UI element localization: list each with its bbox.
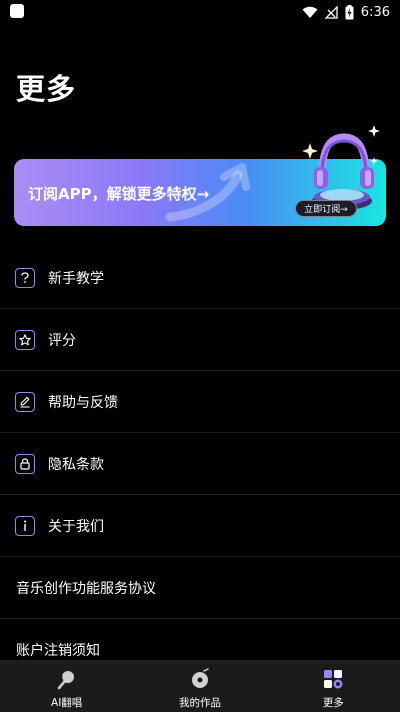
tab-more[interactable]: 更多 xyxy=(267,660,400,712)
menu-item-help-feedback[interactable]: 帮助与反馈 xyxy=(0,371,400,433)
more-icon xyxy=(324,670,343,689)
menu-item-label: 关于我们 xyxy=(48,518,104,535)
battery-charging-icon xyxy=(345,4,354,19)
menu-item-label: 帮助与反馈 xyxy=(48,394,118,411)
tab-my-works[interactable]: 我的作品 xyxy=(133,660,266,712)
tab-label: 我的作品 xyxy=(178,697,221,709)
status-icons: 6:36 xyxy=(302,3,390,21)
menu-item-rate[interactable]: 评分 xyxy=(0,309,400,371)
menu-item-label: 评分 xyxy=(48,332,76,349)
svg-text:S: S xyxy=(58,675,63,683)
menu-item-tutorial[interactable]: 新手教学 xyxy=(0,247,400,309)
ai-cover-icon: S xyxy=(57,671,74,690)
banner-text: 订阅APP，解锁更多特权→ xyxy=(28,185,210,203)
menu-item-about-us[interactable]: 关于我们 xyxy=(0,495,400,557)
edit-icon xyxy=(15,391,35,412)
lock-icon xyxy=(15,453,35,474)
more-menu-list: 新手教学 评分 帮助与反馈 隐私条款 关于我们 音乐创作功能服务协议 账户注销须… xyxy=(0,247,400,681)
menu-item-label: 新手教学 xyxy=(48,270,104,287)
page-title: 更多 xyxy=(16,72,77,106)
record-icon xyxy=(191,668,209,688)
menu-item-label: 账户注销须知 xyxy=(16,642,100,659)
tab-ai-cover[interactable]: S AI翻唱 xyxy=(0,660,133,712)
menu-item-label: 音乐创作功能服务协议 xyxy=(16,580,156,597)
menu-item-label: 隐私条款 xyxy=(48,456,104,473)
menu-item-privacy[interactable]: 隐私条款 xyxy=(0,433,400,495)
info-icon xyxy=(15,515,35,536)
tab-label: AI翻唱 xyxy=(51,697,83,709)
status-bar: 6:36 xyxy=(0,0,400,24)
signal-off-icon xyxy=(324,5,338,19)
menu-item-music-creation-agreement[interactable]: 音乐创作功能服务协议 xyxy=(0,557,400,619)
wifi-icon xyxy=(302,6,318,18)
bottom-tab-bar: S AI翻唱 我的作品 更多 xyxy=(0,660,400,712)
status-time: 6:36 xyxy=(360,4,390,20)
tab-label: 更多 xyxy=(322,697,344,709)
subscribe-now-button[interactable]: 立即订阅→ xyxy=(295,200,357,217)
star-icon xyxy=(15,329,35,350)
app-notification-icon xyxy=(10,4,24,18)
question-icon xyxy=(15,267,35,288)
